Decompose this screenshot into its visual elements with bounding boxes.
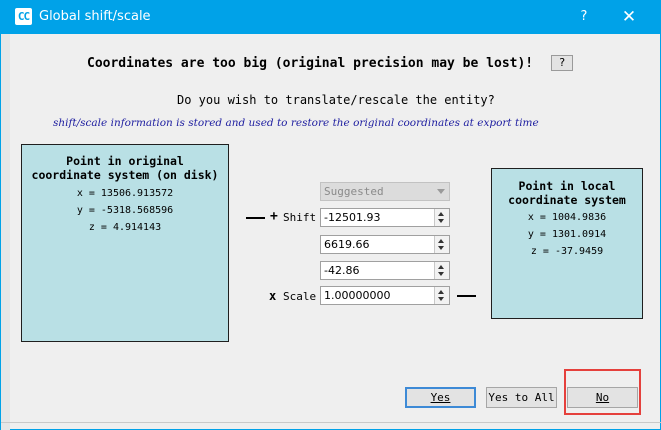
bottom-divider bbox=[1, 422, 661, 423]
scale-connector-line bbox=[457, 295, 476, 297]
shift-preset-select[interactable]: Suggested bbox=[320, 182, 450, 201]
question-text: Do you wish to translate/rescale the ent… bbox=[177, 93, 495, 107]
shift-x-spin-buttons[interactable] bbox=[434, 209, 449, 226]
multiply-icon: x bbox=[269, 289, 277, 303]
shift-y-value: 6619.66 bbox=[324, 238, 370, 251]
spin-down-icon[interactable] bbox=[438, 219, 444, 223]
original-point-box: Point in original coordinate system (on … bbox=[21, 144, 229, 342]
title-bar[interactable]: CC Global shift/scale ? ✕ bbox=[1, 0, 661, 34]
app-icon: CC bbox=[15, 8, 32, 25]
shift-z-input[interactable]: -42.86 bbox=[320, 261, 450, 280]
help-icon[interactable]: ? bbox=[572, 8, 596, 26]
spin-up-icon[interactable] bbox=[438, 239, 444, 243]
spin-up-icon[interactable] bbox=[438, 265, 444, 269]
yes-button-label: Yes bbox=[430, 391, 451, 404]
spin-down-icon[interactable] bbox=[438, 297, 444, 301]
shift-label: Shift bbox=[283, 211, 317, 224]
original-point-title-line1: Point in original bbox=[66, 154, 184, 168]
spin-up-icon[interactable] bbox=[438, 290, 444, 294]
original-point-title-line2: coordinate system (on disk) bbox=[31, 168, 219, 182]
shift-preset-value: Suggested bbox=[324, 185, 384, 198]
spin-down-icon[interactable] bbox=[438, 272, 444, 276]
original-z-value: z = 4.914143 bbox=[88, 222, 162, 233]
yes-button[interactable]: Yes bbox=[405, 387, 476, 408]
window-left-edge bbox=[1, 34, 10, 430]
local-z-value: z = -37.9459 bbox=[530, 246, 604, 257]
shift-z-value: -42.86 bbox=[324, 264, 360, 277]
close-icon[interactable]: ✕ bbox=[617, 7, 641, 27]
shift-z-spin-buttons[interactable] bbox=[434, 262, 449, 279]
warning-help-button[interactable]: ? bbox=[551, 55, 573, 71]
local-point-box: Point in local coordinate system x = 100… bbox=[491, 168, 643, 319]
local-point-title-line2: coordinate system bbox=[508, 193, 626, 207]
original-y-value: y = -5318.568596 bbox=[76, 205, 174, 216]
plus-icon: + bbox=[270, 209, 278, 224]
original-x-value: x = 13506.913572 bbox=[76, 188, 174, 199]
chevron-down-icon bbox=[437, 189, 445, 194]
highlight-box bbox=[564, 369, 641, 415]
scale-spin-buttons[interactable] bbox=[434, 287, 449, 304]
shift-y-input[interactable]: 6619.66 bbox=[320, 235, 450, 254]
yes-to-all-button-label: Yes to All bbox=[488, 391, 555, 404]
shift-y-spin-buttons[interactable] bbox=[434, 236, 449, 253]
spin-up-icon[interactable] bbox=[438, 212, 444, 216]
local-y-value: y = 1301.0914 bbox=[527, 229, 607, 240]
spin-down-icon[interactable] bbox=[438, 246, 444, 250]
shift-connector-line bbox=[246, 217, 265, 219]
yes-to-all-button[interactable]: Yes to All bbox=[486, 387, 557, 408]
info-text: shift/scale information is stored and us… bbox=[53, 117, 539, 129]
shift-x-value: -12501.93 bbox=[324, 211, 381, 224]
window-title: Global shift/scale bbox=[39, 9, 151, 24]
scale-label: Scale bbox=[283, 290, 317, 303]
scale-value: 1.00000000 bbox=[324, 289, 391, 302]
local-point-title-line1: Point in local bbox=[518, 179, 616, 193]
warning-heading: Coordinates are too big (original precis… bbox=[87, 56, 534, 71]
local-x-value: x = 1004.9836 bbox=[527, 212, 607, 223]
dialog-window: CC Global shift/scale ? ✕ Coordinates ar… bbox=[0, 0, 661, 430]
shift-x-input[interactable]: -12501.93 bbox=[320, 208, 450, 227]
scale-input[interactable]: 1.00000000 bbox=[320, 286, 450, 305]
